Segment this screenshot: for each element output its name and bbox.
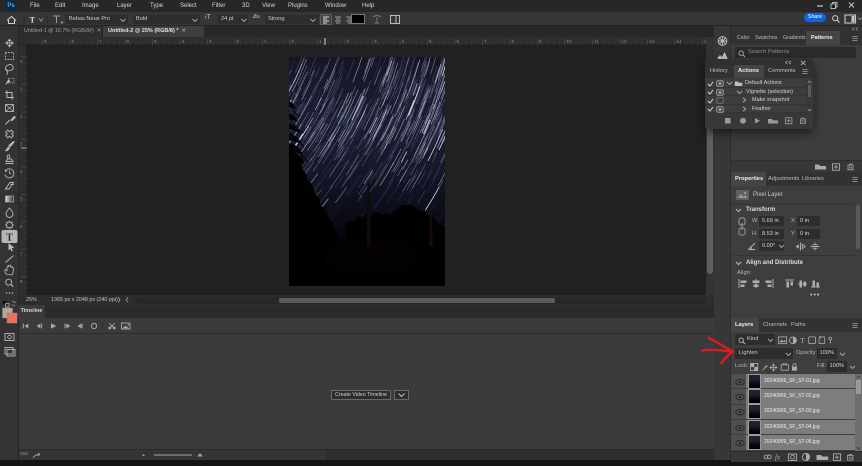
svg-text:fx: fx — [775, 454, 781, 462]
svg-text:T: T — [800, 336, 805, 345]
